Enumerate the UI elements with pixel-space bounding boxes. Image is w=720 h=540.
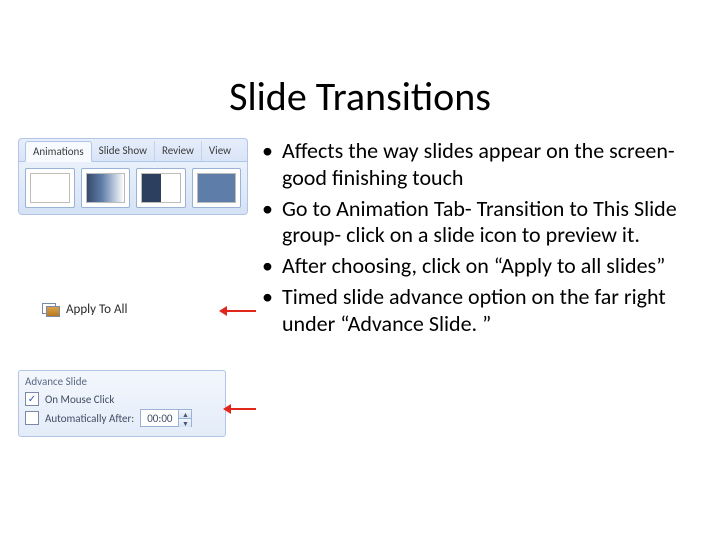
ribbon-transitions-gallery: Animations Slide Show Review View: [18, 138, 248, 215]
advance-slide-group: Advance Slide ✓ On Mouse Click Automatic…: [18, 370, 226, 437]
automatically-after-value: 00:00: [141, 410, 178, 426]
tab-slide-show[interactable]: Slide Show: [92, 141, 155, 161]
on-mouse-click-label: On Mouse Click: [45, 393, 114, 406]
list-item: Affects the way slides appear on the scr…: [262, 138, 692, 192]
page-title: Slide Transitions: [0, 72, 720, 121]
tab-review[interactable]: Review: [155, 141, 202, 161]
transition-thumb-wipe[interactable]: [136, 168, 186, 208]
apply-to-all-button[interactable]: Apply To All: [42, 302, 127, 317]
spinner-down-icon[interactable]: ▼: [179, 419, 191, 427]
tab-animations[interactable]: Animations: [25, 141, 92, 162]
list-item: After choosing, click on “Apply to all s…: [262, 253, 692, 280]
arrow-icon: [226, 408, 256, 410]
automatically-after-label: Automatically After:: [45, 412, 134, 425]
on-mouse-click-checkbox[interactable]: ✓: [25, 392, 39, 406]
bullet-list: Affects the way slides appear on the scr…: [262, 138, 692, 342]
transition-thumb-fly[interactable]: [192, 168, 242, 208]
list-item: Go to Animation Tab- Transition to This …: [262, 196, 692, 250]
automatically-after-checkbox[interactable]: [25, 411, 39, 425]
transition-thumb-none[interactable]: [25, 168, 75, 208]
advance-slide-title: Advance Slide: [25, 375, 219, 388]
transition-thumb-fade[interactable]: [81, 168, 131, 208]
apply-to-all-label: Apply To All: [66, 302, 127, 317]
ribbon-tabs: Animations Slide Show Review View: [18, 138, 248, 161]
apply-to-all-icon: [42, 303, 60, 317]
arrow-icon: [222, 310, 256, 312]
list-item: Timed slide advance option on the far ri…: [262, 284, 692, 338]
tab-view[interactable]: View: [202, 141, 238, 161]
automatically-after-spinner[interactable]: 00:00 ▲ ▼: [140, 409, 192, 427]
transition-gallery: [18, 161, 248, 215]
